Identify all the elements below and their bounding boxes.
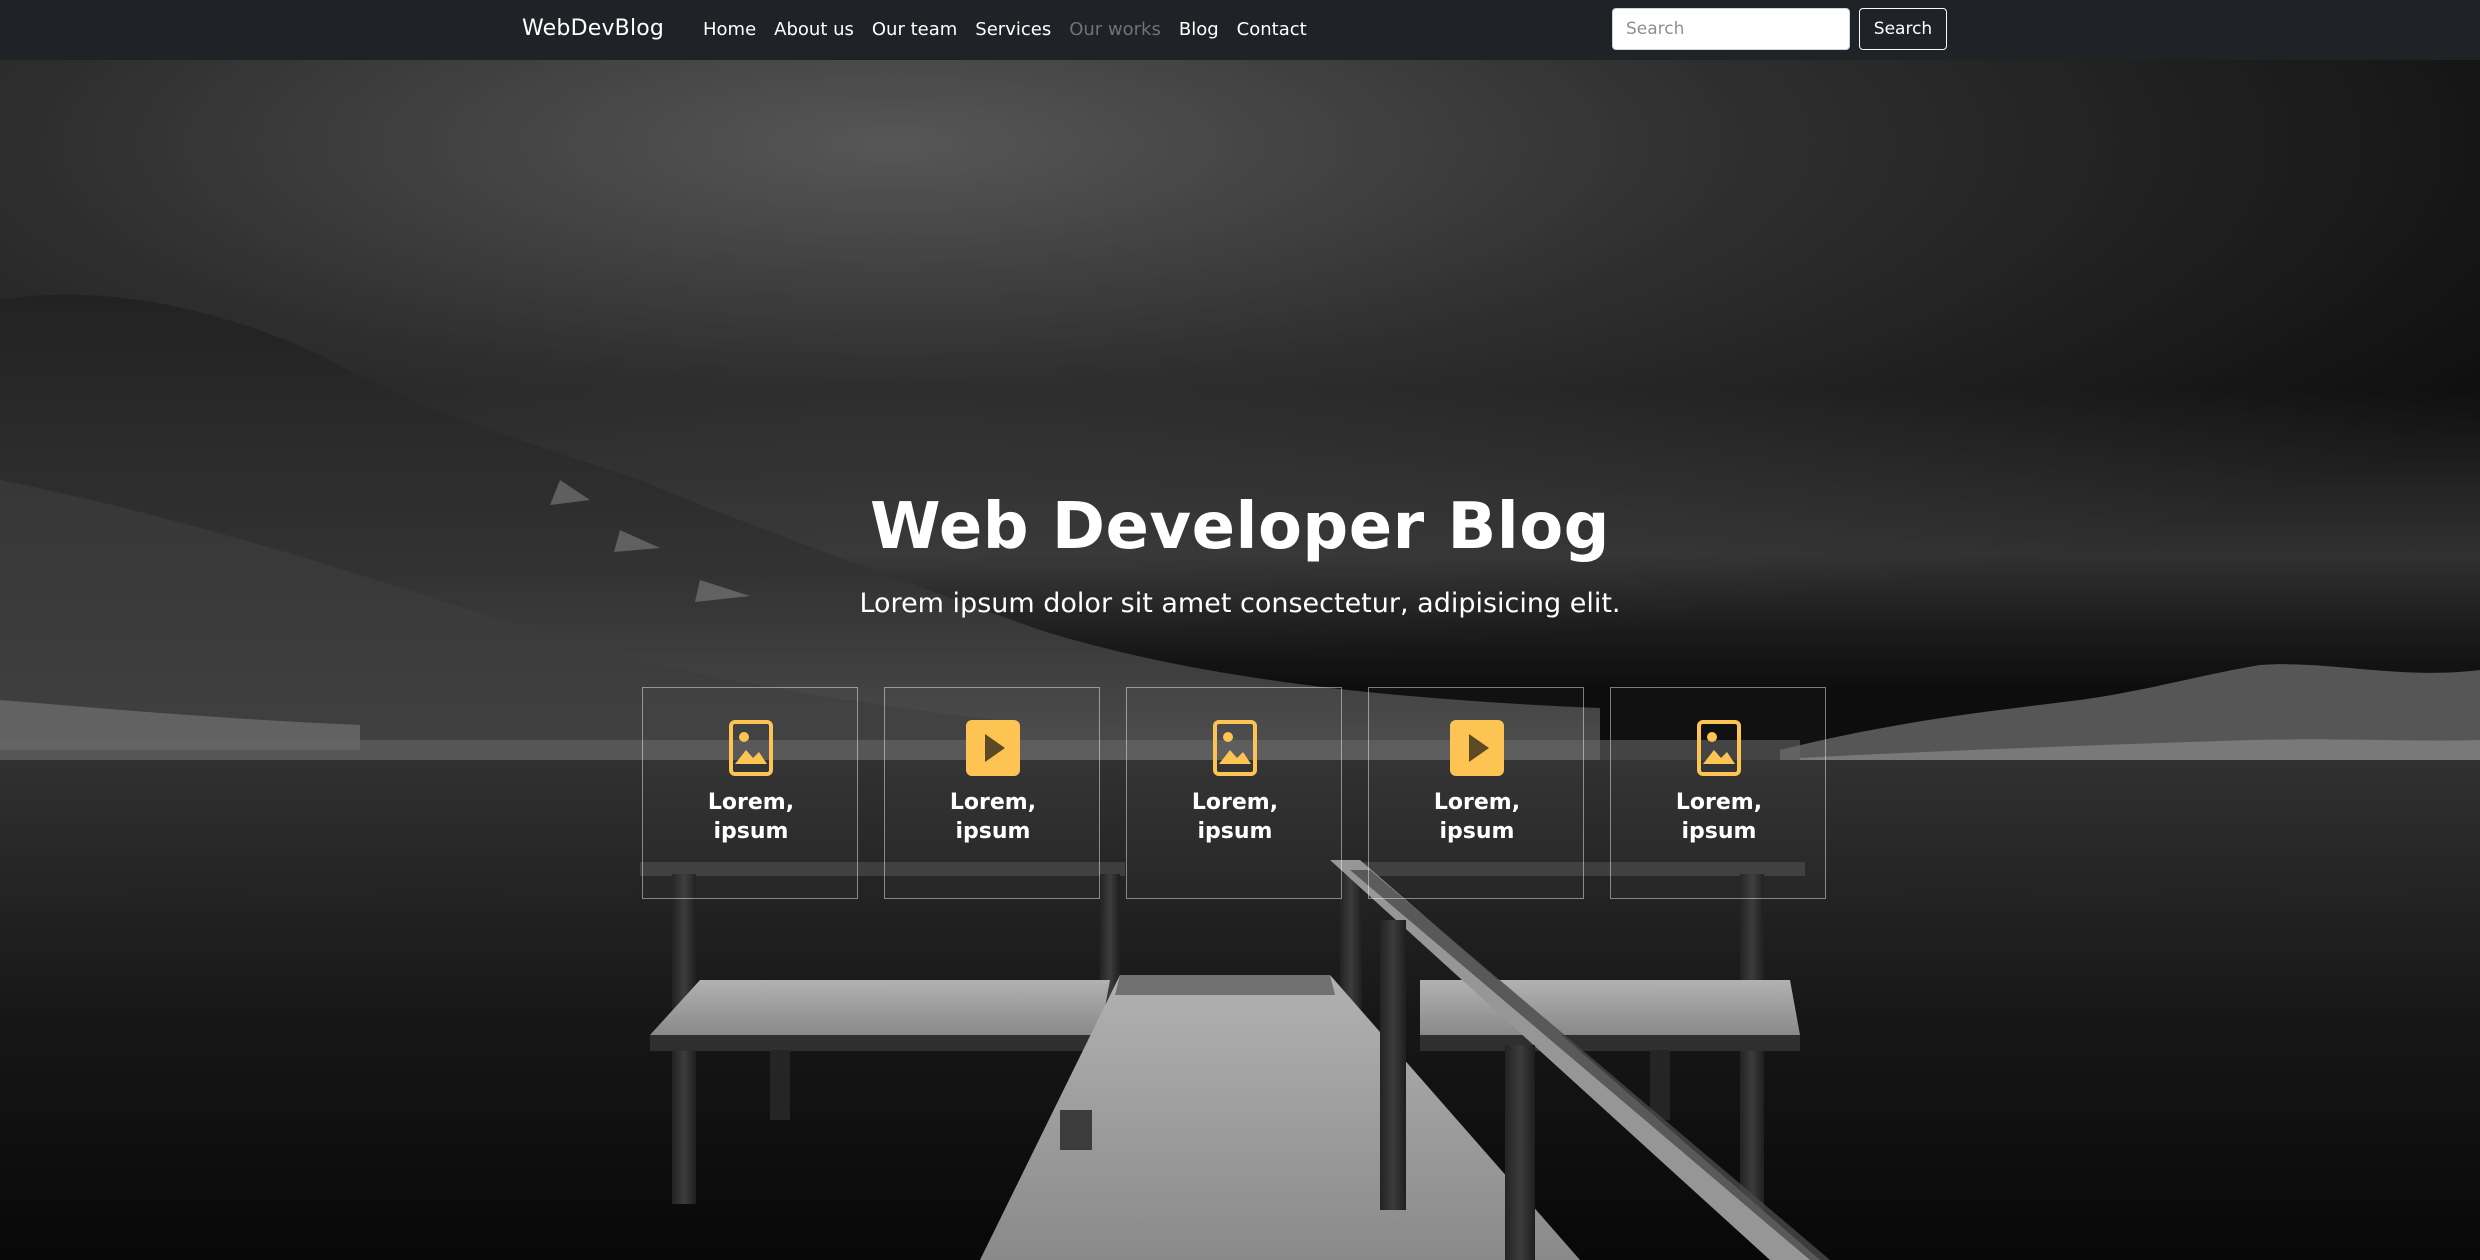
image-icon bbox=[1697, 720, 1741, 776]
nav-link-home[interactable]: Home bbox=[694, 1, 765, 59]
image-icon bbox=[1213, 720, 1257, 776]
page: WebDevBlog Home About us Our team Servic… bbox=[0, 0, 2480, 1260]
feature-cards: Lorem, ipsum Lorem, ipsum Lorem, ipsum L… bbox=[642, 687, 1826, 899]
nav-link-blog[interactable]: Blog bbox=[1170, 1, 1228, 59]
card-title: Lorem, ipsum bbox=[949, 790, 1037, 844]
nav-link-contact[interactable]: Contact bbox=[1228, 1, 1316, 59]
hero-subtitle: Lorem ipsum dolor sit amet consectetur, … bbox=[859, 588, 1621, 619]
brand-logo[interactable]: WebDevBlog bbox=[522, 0, 664, 60]
nav-link-our-team[interactable]: Our team bbox=[863, 1, 966, 59]
navbar: WebDevBlog Home About us Our team Servic… bbox=[0, 0, 2480, 60]
nav-links: Home About us Our team Services Our work… bbox=[694, 0, 1316, 60]
search-button[interactable]: Search bbox=[1859, 8, 1947, 50]
play-icon bbox=[1450, 720, 1504, 776]
nav-link-about-us[interactable]: About us bbox=[765, 1, 863, 59]
nav-link-services[interactable]: Services bbox=[966, 1, 1060, 59]
card-title: Lorem, ipsum bbox=[1675, 790, 1763, 844]
feature-card[interactable]: Lorem, ipsum bbox=[1126, 687, 1342, 899]
feature-card[interactable]: Lorem, ipsum bbox=[1368, 687, 1584, 899]
nav-link-our-works[interactable]: Our works bbox=[1060, 1, 1170, 59]
card-title: Lorem, ipsum bbox=[707, 790, 795, 844]
image-icon bbox=[729, 720, 773, 776]
feature-card[interactable]: Lorem, ipsum bbox=[642, 687, 858, 899]
hero-overlay bbox=[0, 60, 2480, 1260]
play-icon bbox=[966, 720, 1020, 776]
card-title: Lorem, ipsum bbox=[1433, 790, 1521, 844]
feature-card[interactable]: Lorem, ipsum bbox=[1610, 687, 1826, 899]
hero-section: Web Developer Blog Lorem ipsum dolor sit… bbox=[0, 60, 2480, 1260]
search-input[interactable] bbox=[1612, 8, 1850, 50]
hero-title: Web Developer Blog bbox=[870, 490, 1610, 564]
feature-card[interactable]: Lorem, ipsum bbox=[884, 687, 1100, 899]
card-title: Lorem, ipsum bbox=[1191, 790, 1279, 844]
